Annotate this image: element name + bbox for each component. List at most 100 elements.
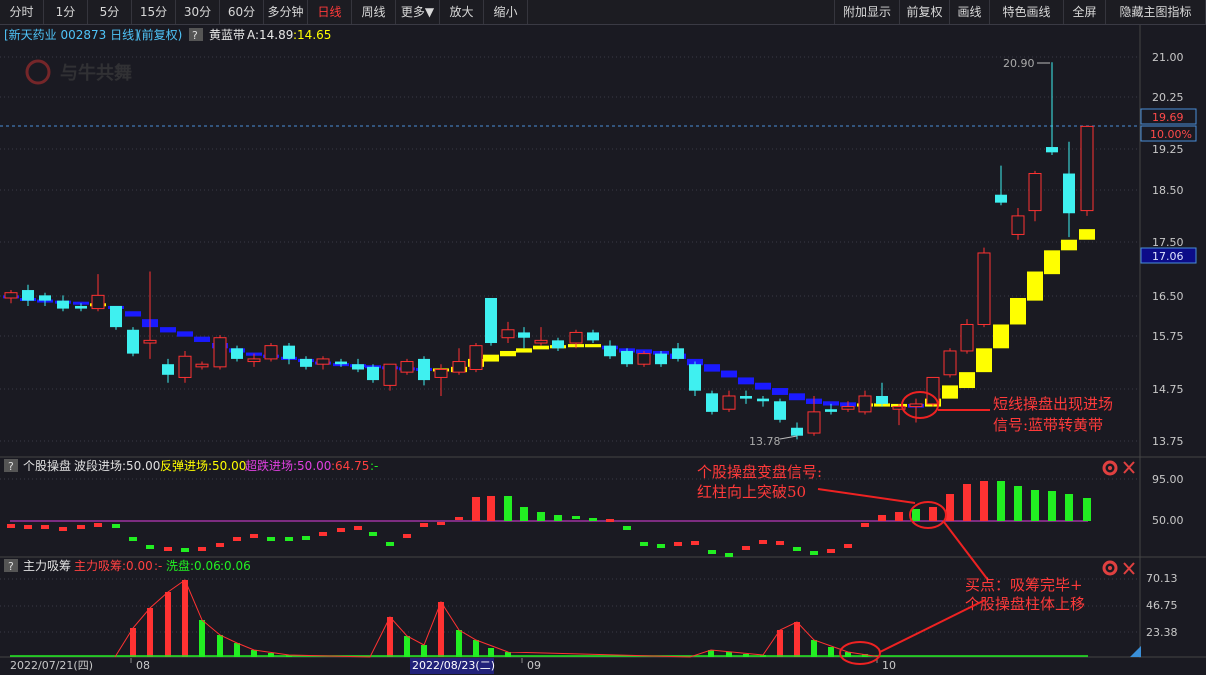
candle <box>672 343 684 362</box>
candle <box>621 348 633 367</box>
candle <box>178 350 192 383</box>
candle <box>400 358 414 375</box>
bar <box>674 542 682 546</box>
svg-text:23.38: 23.38 <box>1146 626 1178 639</box>
bar <box>742 546 750 550</box>
band-segment <box>1010 297 1026 325</box>
band-segment <box>194 336 210 342</box>
candle <box>1080 125 1094 216</box>
tab-15min[interactable]: 15分 <box>132 0 176 24</box>
bar <box>147 608 153 657</box>
bar <box>165 592 171 657</box>
svg-text:洗盘:0.06: 洗盘:0.06 <box>166 558 221 573</box>
bar <box>198 547 206 551</box>
gear-icon[interactable] <box>1102 460 1118 476</box>
tab-1min[interactable]: 1分 <box>44 0 88 24</box>
bar <box>946 494 954 521</box>
bar <box>217 635 223 657</box>
bar <box>129 537 137 541</box>
tab-weekly[interactable]: 周线 <box>352 0 396 24</box>
svg-text:A:14.89: A:14.89 <box>247 28 293 42</box>
candle <box>143 271 157 359</box>
svg-text:19.25: 19.25 <box>1152 143 1184 156</box>
bar <box>844 544 852 548</box>
band-segment <box>959 372 975 389</box>
svg-text:17.50: 17.50 <box>1152 236 1184 249</box>
candle <box>757 395 769 407</box>
candle <box>231 345 243 362</box>
tab-30min[interactable]: 30分 <box>176 0 220 24</box>
candle <box>740 390 752 404</box>
bar <box>980 481 988 521</box>
hide-indicators-button[interactable]: 隐藏主图指标 <box>1106 0 1206 24</box>
candle <box>418 356 430 386</box>
svg-text:50.00: 50.00 <box>1152 514 1184 527</box>
help-icon: ? <box>8 460 14 473</box>
candle <box>960 319 974 354</box>
band-segment <box>738 377 754 385</box>
candle <box>367 364 379 383</box>
band-segment <box>500 350 516 357</box>
bar <box>759 540 767 544</box>
band-segment <box>789 393 805 401</box>
bar <box>554 515 562 521</box>
svg-text::-: :- <box>370 459 378 473</box>
candle <box>264 343 278 362</box>
svg-text::14.65: :14.65 <box>293 28 331 42</box>
bar <box>606 519 614 522</box>
bar <box>725 553 733 557</box>
more-dropdown[interactable]: 更多▼ <box>396 0 440 24</box>
bar <box>369 532 377 536</box>
band-segment <box>1061 239 1077 251</box>
price-axis: 21.00 20.25 19.25 18.50 17.50 16.50 15.7… <box>1140 51 1197 448</box>
bar <box>1014 486 1022 521</box>
bar <box>182 580 188 657</box>
bar <box>250 534 258 538</box>
svg-text:黄蓝带: 黄蓝带 <box>209 28 245 42</box>
close-icon[interactable] <box>1123 562 1135 575</box>
bar <box>267 537 275 541</box>
bar <box>589 518 597 521</box>
tab-daily[interactable]: 日线 <box>308 0 352 24</box>
svg-text:21.00: 21.00 <box>1152 51 1184 64</box>
sub1-header: ? 个股操盘 波段进场:50.00 反弹进场:50.00 超跌进场:50.00 … <box>4 458 1184 527</box>
bar <box>146 545 154 549</box>
candle <box>501 321 515 344</box>
bar <box>456 630 462 657</box>
candle <box>689 361 701 396</box>
chart-canvas[interactable]: 与牛共舞 21.00 20.25 19.25 18.50 17.50 16.50… <box>0 0 1206 675</box>
stock-name: [新天药业 002873 日线] <box>4 27 139 42</box>
candle <box>57 295 69 312</box>
svg-text::64.75: :64.75 <box>331 459 369 473</box>
draw-line-button[interactable]: 画线 <box>950 0 990 24</box>
tab-timeshare[interactable]: 分时 <box>0 0 44 24</box>
fullscreen-button[interactable]: 全屏 <box>1064 0 1106 24</box>
candle <box>943 348 957 378</box>
bar <box>164 547 172 551</box>
bar <box>504 496 512 521</box>
band-segment <box>704 364 720 372</box>
bar <box>1065 494 1073 521</box>
tab-60min[interactable]: 60分 <box>220 0 264 24</box>
candle <box>4 290 18 304</box>
bar <box>520 507 528 521</box>
gear-icon[interactable] <box>1102 560 1118 576</box>
extra-display-button[interactable]: 附加显示 <box>834 0 900 24</box>
tab-multi-min[interactable]: 多分钟 <box>264 0 308 24</box>
candle <box>876 382 888 407</box>
tab-5min[interactable]: 5分 <box>88 0 132 24</box>
bar <box>537 512 545 521</box>
bar <box>861 523 869 527</box>
bar <box>7 524 15 528</box>
zoom-out-button[interactable]: 缩小 <box>484 0 528 24</box>
svg-text:超跌进场:50.00: 超跌进场:50.00 <box>245 458 331 473</box>
special-draw-button[interactable]: 特色画线 <box>990 0 1064 24</box>
candle <box>316 356 330 370</box>
band-segment <box>993 324 1009 349</box>
candle <box>774 398 786 423</box>
close-icon[interactable] <box>1123 461 1135 474</box>
candle <box>858 390 872 415</box>
fq-button[interactable]: 前复权 <box>900 0 950 24</box>
zoom-in-button[interactable]: 放大 <box>440 0 484 24</box>
resize-corner-icon[interactable] <box>1130 646 1141 657</box>
